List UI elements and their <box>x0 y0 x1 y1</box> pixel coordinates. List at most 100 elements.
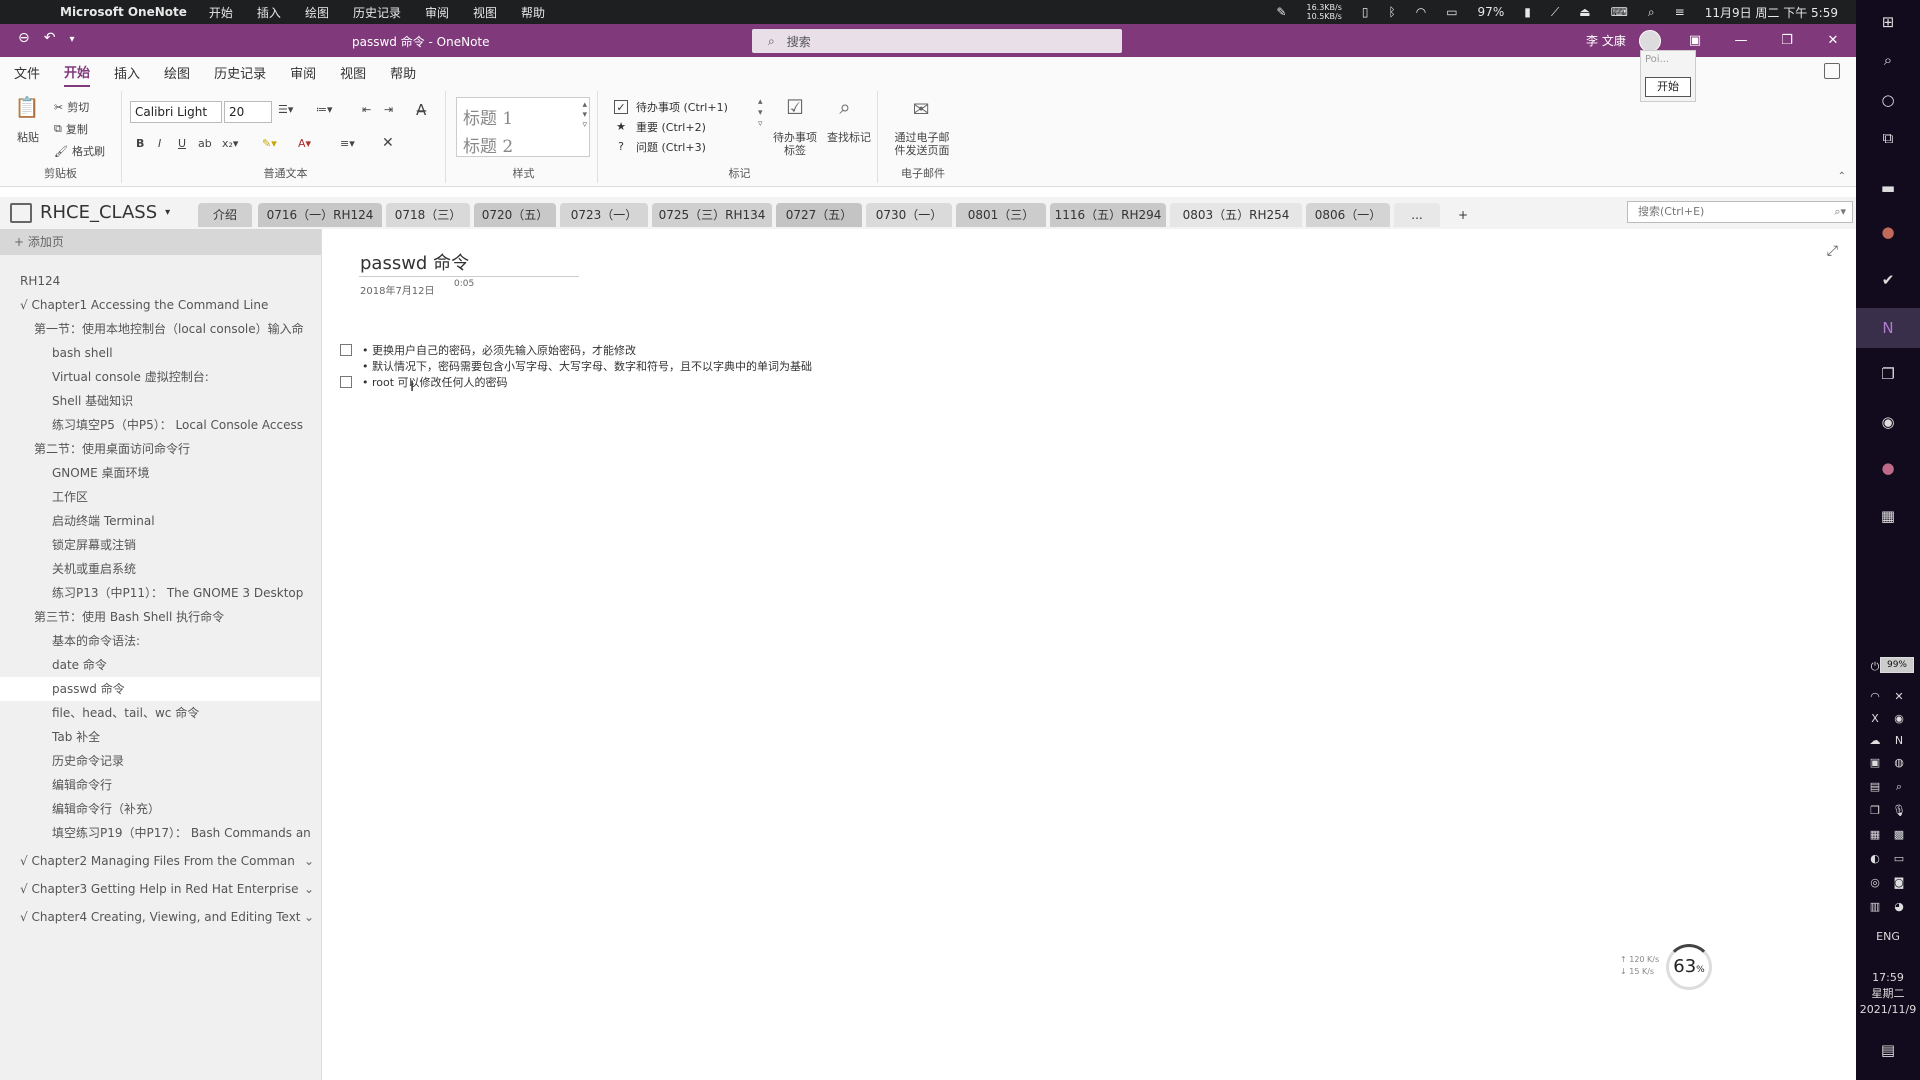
page-item[interactable]: bash shell <box>0 341 320 365</box>
cloud-icon[interactable]: ☁ <box>1866 732 1884 750</box>
app-icon-4[interactable]: ▦ <box>1876 504 1900 528</box>
section-tab[interactable]: 0801（三） <box>956 203 1046 227</box>
page-item[interactable]: 编辑命令行（补充） <box>0 797 320 821</box>
tray-icon-3[interactable]: ◍ <box>1890 754 1908 772</box>
mute-icon[interactable]: ✕ <box>1890 688 1908 706</box>
section-heading[interactable]: √ Chapter1 Accessing the Command Line <box>0 293 320 317</box>
check-app-icon[interactable]: ✔ <box>1876 268 1900 292</box>
back-icon[interactable]: ⊖ <box>18 30 30 50</box>
section-tab[interactable]: 介绍 <box>198 203 252 227</box>
page-item[interactable]: 基本的命令语法: <box>0 629 320 653</box>
tab-view[interactable]: 视图 <box>340 59 366 86</box>
tag-important[interactable]: ★ 重要 (Ctrl+2) <box>614 119 706 135</box>
page-item[interactable]: 关机或重启系统 <box>0 557 320 581</box>
tab-review[interactable]: 审阅 <box>290 59 316 86</box>
user-name[interactable]: 李 文康 <box>1586 32 1626 49</box>
expand-icon[interactable]: ⤢ <box>1827 243 1838 259</box>
tray-icon-4[interactable]: ▤ <box>1866 778 1884 796</box>
section-tab[interactable]: 0716（一）RH124 <box>258 203 382 227</box>
chevron-down-icon[interactable]: ⌄ <box>304 849 314 873</box>
font-select[interactable]: Calibri Light <box>130 101 222 123</box>
tray-search-icon[interactable]: ⌕ <box>1890 778 1908 796</box>
page-item[interactable]: 编辑命令行 <box>0 773 320 797</box>
keyboard-icon[interactable]: ⌨ <box>1611 5 1628 19</box>
paste-label[interactable]: 粘贴 <box>14 131 42 144</box>
page-item[interactable]: passwd 命令 <box>0 677 320 701</box>
tags-scroll-icon[interactable]: ▴ ▾ ▿ <box>758 97 763 130</box>
page-item[interactable]: 锁定屏幕或注销 <box>0 533 320 557</box>
menu-help[interactable]: 帮助 <box>521 4 545 21</box>
mute-icon[interactable]: ⟋ <box>1551 5 1559 20</box>
style-heading1[interactable]: 标题 1 <box>463 104 513 129</box>
styles-gallery[interactable]: 标题 1 标题 2 ▴ ▾ ▿ <box>456 97 590 157</box>
section-tab[interactable]: 0727（五） <box>776 203 862 227</box>
app-icon-2[interactable]: ❐ <box>1876 362 1900 386</box>
tag-question[interactable]: ? 问题 (Ctrl+3) <box>614 139 706 155</box>
windows-start-icon[interactable]: ⊞ <box>1876 10 1900 34</box>
mic-icon[interactable]: 🎙 <box>1890 802 1908 820</box>
page-item[interactable]: Tab 补全 <box>0 725 320 749</box>
page-group[interactable]: 第二节：使用桌面访问命令行 <box>0 437 320 461</box>
quick-access-dropdown-icon[interactable]: ▾ <box>69 30 74 50</box>
paste-icon[interactable]: 📋 <box>12 95 42 123</box>
outdent-icon[interactable]: ⇤ <box>362 103 371 116</box>
menu-home[interactable]: 开始 <box>209 4 233 21</box>
page-item[interactable]: 启动终端 Terminal <box>0 509 320 533</box>
app-icon-3[interactable]: ● <box>1876 456 1900 480</box>
todo-tag-label[interactable]: 待办事项 标签 <box>768 131 822 157</box>
indent-icon[interactable]: ⇥ <box>384 103 393 116</box>
note-line-1[interactable]: • 更换用户自己的密码，必须先输入原始密码，才能修改 <box>340 342 636 358</box>
note-text[interactable]: • root 可以修改任何人的密码 <box>362 374 508 390</box>
collapse-ribbon-icon[interactable]: ⌃ <box>1838 171 1846 182</box>
cortana-icon[interactable]: ○ <box>1876 88 1900 112</box>
page-item[interactable]: 历史命令记录 <box>0 749 320 773</box>
note-line-3[interactable]: • root 可以修改任何人的密码 <box>340 374 508 390</box>
tray-icon-6[interactable]: ▦ <box>1866 826 1884 844</box>
find-tags-label[interactable]: 查找标记 <box>824 131 874 144</box>
tray-icon-8[interactable]: ◐ <box>1866 850 1884 868</box>
page-item[interactable]: GNOME 桌面环境 <box>0 461 320 485</box>
font-size-select[interactable]: 20 <box>224 101 272 123</box>
cut-button[interactable]: ✂ 剪切 <box>54 99 89 115</box>
page-item[interactable]: 填空练习P19（中P17）： Bash Commands an <box>0 821 320 845</box>
email-icon[interactable]: ✉ <box>906 97 936 125</box>
tray-icon-9[interactable]: ▭ <box>1890 850 1908 868</box>
menubar-clock[interactable]: 11月9日 周二 下午 5:59 <box>1705 4 1838 21</box>
menu-insert[interactable]: 插入 <box>257 4 281 21</box>
undo-icon[interactable]: ↶ <box>44 30 56 50</box>
section-tab[interactable]: 0725（三）RH134 <box>652 203 772 227</box>
pen-icon[interactable]: ✎ <box>1276 5 1286 19</box>
notebook-search-input[interactable]: 搜索(Ctrl+E) ⌕▾ <box>1627 201 1853 223</box>
language-indicator[interactable]: ENG <box>1856 930 1920 943</box>
menu-view[interactable]: 视图 <box>473 4 497 21</box>
avatar[interactable] <box>1639 30 1661 52</box>
tab-file[interactable]: 文件 <box>14 59 40 86</box>
eject-icon[interactable]: ⏏ <box>1579 5 1590 19</box>
page-group[interactable]: 第一节：使用本地控制台（local console）输入命 <box>0 317 320 341</box>
section-tab[interactable]: 0723（一） <box>560 203 648 227</box>
format-painter-button[interactable]: 🖌 格式刷 <box>54 143 105 159</box>
page-item[interactable]: 工作区 <box>0 485 320 509</box>
delete-icon[interactable]: ✕ <box>382 135 394 151</box>
bluetooth-icon[interactable]: ᛒ <box>1389 5 1396 19</box>
todo-tag-icon[interactable]: ☑ <box>780 95 810 123</box>
underline-icon[interactable]: U <box>178 137 186 150</box>
page-item[interactable]: 练习P13（中P11）： The GNOME 3 Desktop <box>0 581 320 605</box>
italic-icon[interactable]: I <box>158 137 161 150</box>
numbering-icon[interactable]: ≔▾ <box>316 103 333 116</box>
chevron-down-icon[interactable]: ⌄ <box>304 877 314 901</box>
task-view-icon[interactable]: ⧉ <box>1876 126 1900 150</box>
tab-draw[interactable]: 绘图 <box>164 59 190 86</box>
restore-button[interactable]: ❐ <box>1764 24 1810 57</box>
tag-todo[interactable]: ✓ 待办事项 (Ctrl+1) <box>614 99 728 115</box>
share-icon[interactable] <box>1824 63 1840 79</box>
battery-indicator[interactable]: 99% <box>1862 657 1914 673</box>
tab-insert[interactable]: 插入 <box>114 59 140 86</box>
wifi-icon[interactable]: ◠ <box>1866 688 1884 706</box>
email-page-label[interactable]: 通过电子邮 件发送页面 <box>884 131 960 157</box>
onenote-icon[interactable]: N <box>1876 316 1900 340</box>
menu-review[interactable]: 审阅 <box>425 4 449 21</box>
notebook-selector[interactable]: RHCE_CLASS ▾ <box>10 202 170 223</box>
section-tab[interactable]: 0720（五） <box>474 203 556 227</box>
tooltip-start-button[interactable]: 开始 <box>1645 77 1691 97</box>
